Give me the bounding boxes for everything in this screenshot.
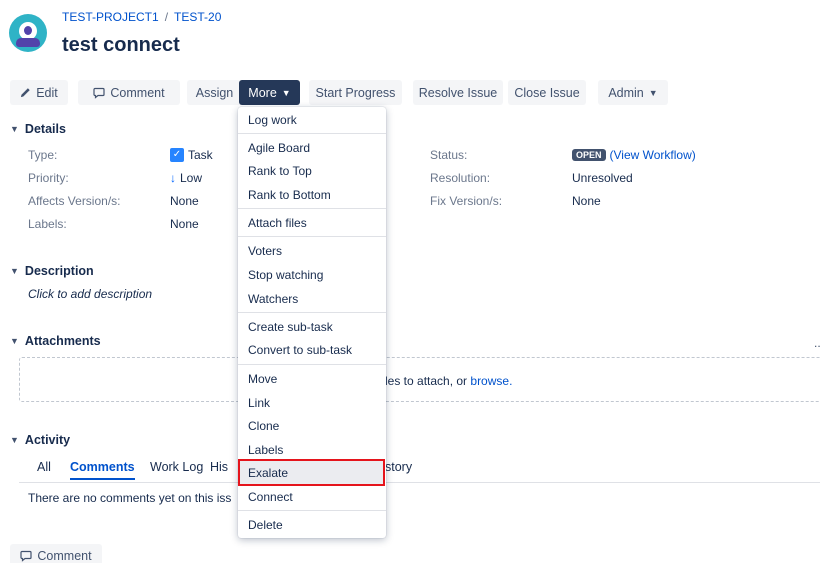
bottom-comment-label: Comment: [37, 549, 92, 563]
speech-bubble-icon: [20, 550, 33, 562]
priority-label: Priority:: [28, 171, 69, 185]
labels-label: Labels:: [28, 217, 67, 231]
start-progress-label: Start Progress: [315, 85, 396, 100]
speech-bubble-icon: [93, 87, 106, 99]
menu-item-connect[interactable]: Connect: [248, 490, 293, 504]
more-button[interactable]: More ▼: [239, 80, 300, 105]
exalate-highlight-box: [238, 459, 385, 486]
status-label: Status:: [430, 148, 468, 162]
comment-button-label: Comment: [110, 85, 165, 100]
avatar-body-icon: [16, 38, 40, 47]
project-avatar[interactable]: [9, 14, 47, 52]
menu-item-delete[interactable]: Delete: [248, 518, 283, 532]
admin-button-label: Admin: [608, 85, 644, 100]
menu-item-log-work[interactable]: Log work: [248, 113, 297, 127]
menu-item-clone[interactable]: Clone: [248, 419, 279, 433]
menu-item-labels[interactable]: Labels: [248, 443, 283, 457]
menu-item-agile-board[interactable]: Agile Board: [248, 141, 310, 155]
priority-value-text: Low: [180, 171, 203, 185]
menu-divider: [238, 312, 386, 313]
activity-heading: Activity: [24, 433, 71, 447]
task-checkbox-icon: ✓: [170, 148, 184, 162]
more-button-label: More: [248, 85, 277, 100]
fix-version-value: None: [572, 194, 601, 208]
pencil-icon: [21, 88, 30, 98]
menu-item-move[interactable]: Move: [248, 372, 277, 386]
no-comments-message: There are no comments yet on this iss: [28, 491, 232, 505]
type-value: ✓ Task: [170, 148, 213, 162]
labels-value: None: [170, 217, 199, 231]
tab-comments[interactable]: Comments: [70, 460, 135, 480]
close-issue-label: Close Issue: [514, 85, 580, 100]
comment-button[interactable]: Comment: [78, 80, 180, 105]
assign-button[interactable]: Assign: [187, 80, 242, 105]
resolution-label: Resolution:: [430, 171, 491, 185]
admin-button[interactable]: Admin ▼: [598, 80, 668, 105]
edit-button[interactable]: Edit: [10, 80, 68, 105]
menu-item-watchers[interactable]: Watchers: [248, 292, 298, 306]
affects-version-value: None: [170, 194, 199, 208]
browse-link[interactable]: browse.: [470, 374, 512, 388]
menu-divider: [238, 208, 386, 209]
menu-item-rank-to-bottom[interactable]: Rank to Bottom: [248, 188, 331, 202]
chevron-down-icon: ▼: [10, 435, 19, 445]
chevron-down-icon: ▼: [648, 87, 658, 98]
description-placeholder[interactable]: Click to add description: [28, 287, 152, 301]
menu-divider: [238, 236, 386, 237]
resolution-value: Unresolved: [572, 171, 633, 185]
menu-divider: [238, 510, 386, 511]
breadcrumb-project-link[interactable]: TEST-PROJECT1: [62, 10, 159, 24]
tab-all[interactable]: All: [37, 460, 51, 474]
fix-version-label: Fix Version/s:: [430, 194, 503, 208]
more-dropdown-menu: Log work Agile Board Rank to Top Rank to…: [238, 107, 386, 538]
dropzone-text: les to attach, or browse.: [385, 374, 512, 388]
attachments-more-options[interactable]: ...: [814, 336, 820, 350]
chevron-down-icon: ▼: [10, 266, 19, 276]
menu-item-stop-watching[interactable]: Stop watching: [248, 268, 323, 282]
menu-item-link[interactable]: Link: [248, 396, 270, 410]
chevron-down-icon: ▼: [10, 336, 19, 346]
assign-button-label: Assign: [195, 85, 234, 100]
status-badge: OPEN: [572, 149, 606, 161]
type-value-text: Task: [188, 148, 213, 162]
details-toggle[interactable]: ▼ Details: [10, 122, 66, 136]
attachments-heading: Attachments: [24, 334, 101, 348]
menu-item-rank-to-top[interactable]: Rank to Top: [248, 164, 312, 178]
menu-item-voters[interactable]: Voters: [248, 244, 282, 258]
description-toggle[interactable]: ▼ Description: [10, 264, 94, 278]
tab-work-log[interactable]: Work Log: [150, 460, 203, 474]
details-heading: Details: [24, 122, 66, 136]
arrow-down-icon: ↓: [170, 171, 176, 185]
close-issue-button[interactable]: Close Issue: [508, 80, 586, 105]
menu-item-attach-files[interactable]: Attach files: [248, 216, 307, 230]
activity-toggle[interactable]: ▼ Activity: [10, 433, 70, 447]
breadcrumb-separator: /: [164, 10, 169, 24]
menu-divider: [238, 364, 386, 365]
tab-history[interactable]: His: [210, 460, 228, 474]
tabs-divider: [19, 482, 820, 483]
breadcrumb: TEST-PROJECT1 / TEST-20: [62, 10, 221, 24]
menu-item-create-sub-task[interactable]: Create sub-task: [248, 320, 333, 334]
priority-value: ↓ Low: [170, 171, 202, 185]
chevron-down-icon: ▼: [10, 124, 19, 134]
page-title[interactable]: test connect: [62, 34, 180, 57]
tab-activity-history[interactable]: story: [385, 460, 412, 474]
menu-item-convert-to-sub-task[interactable]: Convert to sub-task: [248, 343, 352, 357]
view-workflow-link[interactable]: (View Workflow): [610, 148, 696, 162]
menu-divider: [238, 133, 386, 134]
breadcrumb-issue-link[interactable]: TEST-20: [174, 10, 221, 24]
edit-button-label: Edit: [36, 85, 58, 100]
affects-version-label: Affects Version/s:: [28, 194, 121, 208]
dropzone-instructions: les to attach, or: [385, 374, 468, 388]
bottom-comment-button[interactable]: Comment: [10, 544, 102, 563]
chevron-down-icon: ▼: [281, 87, 291, 98]
resolve-issue-button[interactable]: Resolve Issue: [413, 80, 503, 105]
description-heading: Description: [24, 264, 94, 278]
attachments-toggle[interactable]: ▼ Attachments: [10, 334, 101, 348]
resolve-issue-label: Resolve Issue: [418, 85, 498, 100]
type-label: Type:: [28, 148, 58, 162]
start-progress-button[interactable]: Start Progress: [309, 80, 402, 105]
status-value: OPEN (View Workflow): [572, 148, 696, 162]
